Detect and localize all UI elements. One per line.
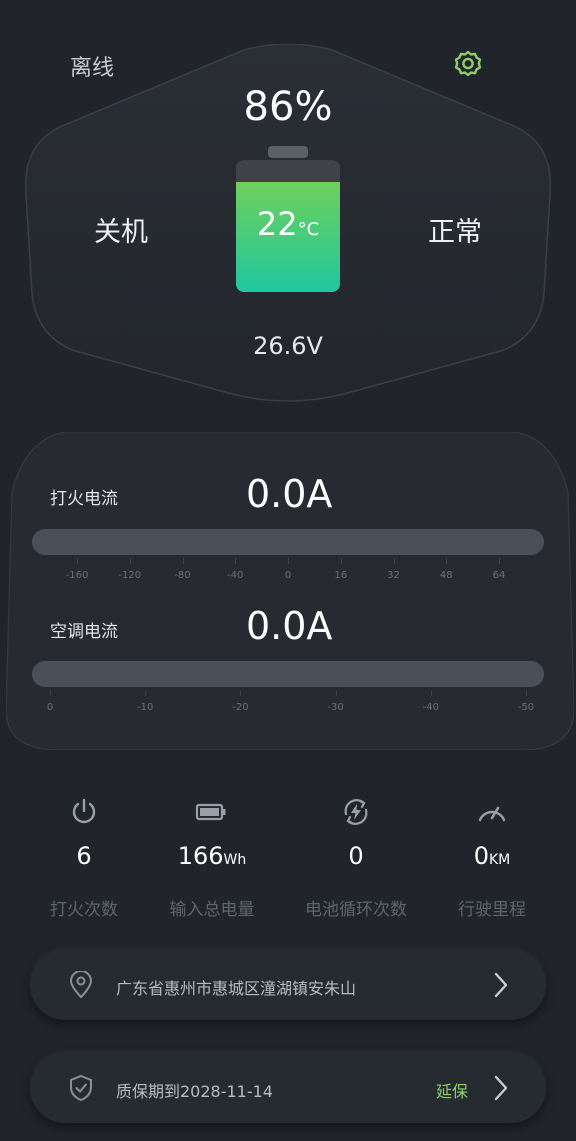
- scale-tick-label: 0: [46, 702, 54, 713]
- scale-tick-mark: [288, 558, 289, 564]
- scale-tick-mark: [335, 690, 337, 696]
- scale-tick-label: 32: [387, 570, 400, 581]
- location-pin-icon: [69, 971, 93, 999]
- battery-icon: [195, 803, 226, 821]
- ignition-current-label: 打火电流: [50, 489, 118, 509]
- battery-cycle-icon: [344, 799, 368, 825]
- scale-tick-label: -40: [422, 702, 439, 713]
- scale-tick-mark: [77, 558, 78, 564]
- chevron-right-icon[interactable]: [492, 1074, 510, 1102]
- scale-tick-label: -120: [118, 570, 142, 581]
- battery-cycle-count-value: 0: [348, 842, 364, 870]
- scale-tick-label: -50: [517, 702, 535, 713]
- ignition-current-scale: -160 -120 -80 -40 0 16 32 48 64: [32, 558, 544, 582]
- scale-tick-mark: [50, 690, 51, 696]
- ac-current-value: 0.0A: [246, 604, 333, 648]
- scale-tick-mark: [129, 558, 131, 564]
- location-address: 广东省惠州市惠城区潼湖镇安朱山: [116, 979, 357, 998]
- scale-tick-mark: [182, 558, 184, 564]
- ac-current-bar: [32, 661, 544, 687]
- scale-tick-label: -10: [137, 702, 154, 713]
- health-status-label: 正常: [428, 217, 482, 248]
- total-input-energy-label: 输入总电量: [169, 900, 255, 920]
- temperature-unit: °C: [297, 219, 320, 240]
- scale-tick-mark: [526, 690, 527, 696]
- ac-current-label: 空调电流: [50, 622, 118, 642]
- temperature-value: 22: [256, 205, 298, 243]
- ignition-current-value: 0.0A: [246, 472, 333, 516]
- scale-tick-mark: [393, 558, 395, 564]
- scale-tick-label: -20: [232, 702, 249, 713]
- total-input-energy-value: 166Wh: [177, 842, 247, 870]
- battery-percent: 86%: [243, 84, 333, 130]
- battery-cap: [268, 146, 308, 158]
- scale-tick-mark: [499, 558, 500, 564]
- ac-current-scale: 0 -10 -20 -30 -40 -50: [32, 690, 544, 714]
- scale-tick-mark: [340, 558, 342, 564]
- scale-tick-label: -40: [227, 570, 244, 581]
- speedometer-icon: [478, 806, 506, 822]
- chevron-right-icon[interactable]: [492, 971, 510, 999]
- shield-check-icon: [70, 1074, 92, 1102]
- power-icon: [72, 798, 96, 824]
- warranty-card[interactable]: 质保期到2028-11-14 延保: [30, 1053, 546, 1123]
- ignition-current-bar: [32, 529, 544, 555]
- power-state-label: 关机: [94, 217, 148, 248]
- scale-tick-mark: [446, 558, 448, 564]
- scale-tick-mark: [430, 690, 432, 696]
- scale-tick-label: 64: [492, 570, 506, 581]
- ignition-count-label: 打火次数: [50, 900, 118, 920]
- battery-cycle-count-label: 电池循环次数: [305, 900, 407, 920]
- scale-tick-mark: [145, 690, 147, 696]
- extend-warranty-link[interactable]: 延保: [436, 1078, 468, 1102]
- scale-tick-label: 16: [334, 570, 348, 581]
- scale-tick-mark: [240, 690, 242, 696]
- mileage-label: 行驶里程: [458, 900, 526, 920]
- scale-tick-label: -160: [65, 570, 89, 581]
- battery-temperature: 22°C: [236, 205, 340, 243]
- scale-tick-label: 48: [439, 570, 453, 581]
- location-card[interactable]: 广东省惠州市惠城区潼湖镇安朱山: [30, 950, 546, 1020]
- scale-tick-mark: [235, 558, 237, 564]
- ignition-count-value: 6: [76, 842, 92, 870]
- warranty-expiry: 质保期到2028-11-14: [116, 1082, 273, 1101]
- mileage-value: 0KM: [473, 842, 511, 870]
- scale-tick-label: 0: [284, 570, 292, 581]
- battery-voltage: 26.6V: [253, 332, 323, 360]
- scale-tick-label: -30: [327, 702, 344, 713]
- scale-tick-label: -80: [174, 570, 191, 581]
